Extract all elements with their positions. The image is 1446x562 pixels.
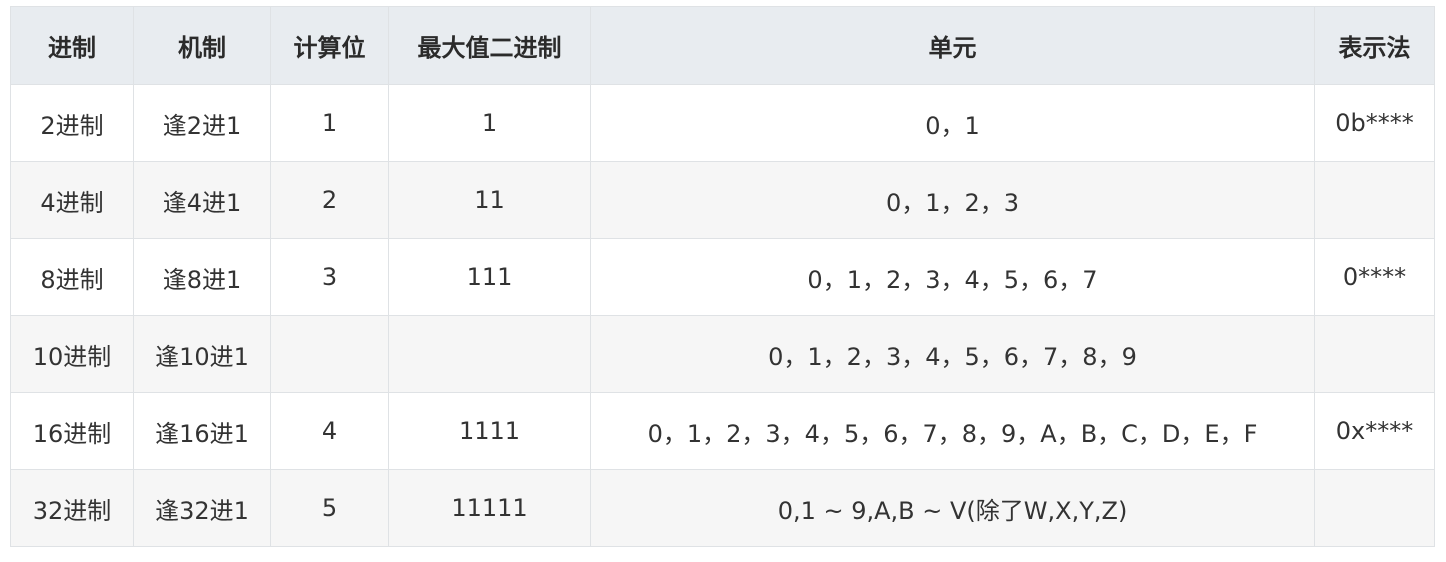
cell-max-binary: 11111 [388,469,591,547]
header-cell-max-binary: 最大值二进制 [388,6,591,85]
table-row: 8进制 逢8进1 3 111 0，1，2，3，4，5，6，7 0**** [10,238,1435,316]
cell-bits [270,315,389,393]
cell-digits: 0，1 [590,84,1315,162]
cell-max-binary: 11 [388,161,591,239]
number-base-table: 进制 机制 计算位 最大值二进制 单元 表示法 2进制 逢2进1 1 1 0，1… [10,6,1435,547]
cell-mechanism: 逢16进1 [133,392,271,470]
cell-max-binary [388,315,591,393]
table-row: 4进制 逢4进1 2 11 0，1，2，3 [10,161,1435,239]
cell-digits: 0，1，2，3 [590,161,1315,239]
cell-base: 8进制 [10,238,134,316]
cell-notation [1314,469,1435,547]
cell-notation [1314,161,1435,239]
cell-bits: 4 [270,392,389,470]
cell-bits: 3 [270,238,389,316]
table-row: 2进制 逢2进1 1 1 0，1 0b**** [10,84,1435,162]
cell-max-binary: 111 [388,238,591,316]
table-row: 10进制 逢10进1 0，1，2，3，4，5，6，7，8，9 [10,315,1435,393]
cell-mechanism: 逢32进1 [133,469,271,547]
cell-bits: 5 [270,469,389,547]
header-row: 进制 机制 计算位 最大值二进制 单元 表示法 [10,6,1435,85]
cell-digits: 0,1 ~ 9,A,B ~ V(除了W,X,Y,Z) [590,469,1315,547]
cell-mechanism: 逢8进1 [133,238,271,316]
header-cell-notation: 表示法 [1314,6,1435,85]
header-cell-bits: 计算位 [270,6,389,85]
header-cell-mechanism: 机制 [133,6,271,85]
cell-base: 10进制 [10,315,134,393]
cell-max-binary: 1 [388,84,591,162]
cell-digits: 0，1，2，3，4，5，6，7，8，9 [590,315,1315,393]
cell-base: 2进制 [10,84,134,162]
cell-base: 16进制 [10,392,134,470]
cell-mechanism: 逢4进1 [133,161,271,239]
cell-notation: 0**** [1314,238,1435,316]
cell-notation: 0x**** [1314,392,1435,470]
cell-notation: 0b**** [1314,84,1435,162]
cell-base: 4进制 [10,161,134,239]
cell-mechanism: 逢10进1 [133,315,271,393]
cell-digits: 0，1，2，3，4，5，6，7，8，9，A，B，C，D，E，F [590,392,1315,470]
cell-bits: 2 [270,161,389,239]
cell-mechanism: 逢2进1 [133,84,271,162]
header-cell-digits: 单元 [590,6,1315,85]
cell-max-binary: 1111 [388,392,591,470]
cell-digits: 0，1，2，3，4，5，6，7 [590,238,1315,316]
header-cell-base: 进制 [10,6,134,85]
cell-bits: 1 [270,84,389,162]
cell-notation [1314,315,1435,393]
cell-base: 32进制 [10,469,134,547]
table-container: 进制 机制 计算位 最大值二进制 单元 表示法 2进制 逢2进1 1 1 0，1… [10,6,1435,547]
table-row: 32进制 逢32进1 5 11111 0,1 ~ 9,A,B ~ V(除了W,X… [10,469,1435,547]
table-row: 16进制 逢16进1 4 1111 0，1，2，3，4，5，6，7，8，9，A，… [10,392,1435,470]
